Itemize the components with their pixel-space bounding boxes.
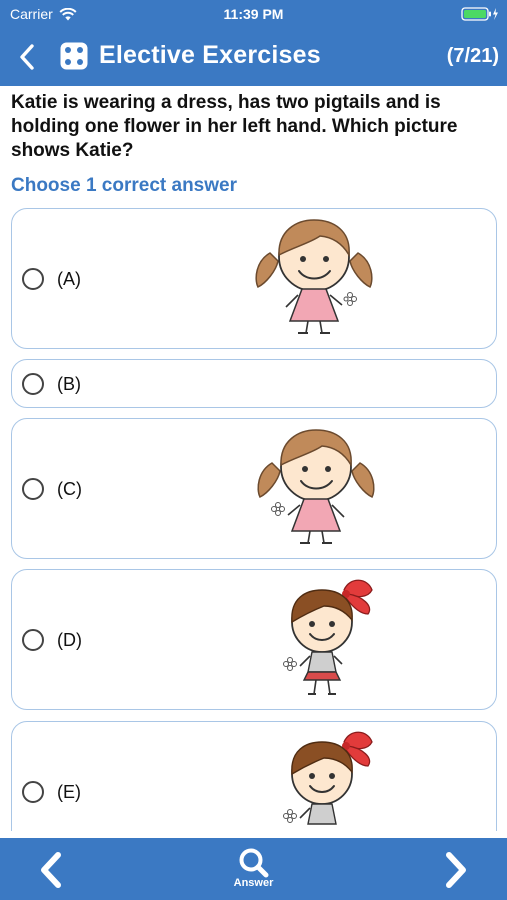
option-a-girl-image xyxy=(255,219,373,334)
status-bar: Carrier 11:39 PM xyxy=(0,0,507,28)
option-e-radio[interactable] xyxy=(22,781,44,803)
option-a-label: (A) xyxy=(57,269,81,289)
option-e-label: (E) xyxy=(57,782,81,802)
status-battery xyxy=(461,7,499,21)
option-c-girl-image xyxy=(257,429,375,544)
page-title: Elective Exercises xyxy=(99,41,321,69)
option-b-radio[interactable] xyxy=(22,373,44,395)
header: Carrier 11:39 PM Elective Exercises (7/2… xyxy=(0,0,507,86)
option-e-girl-image xyxy=(283,731,373,825)
nav-bar: Elective Exercises (7/21) xyxy=(0,28,507,86)
option-d-card[interactable]: (D) xyxy=(11,569,497,710)
option-e-card[interactable]: (E) xyxy=(11,721,497,831)
answer-button[interactable]: Answer xyxy=(0,847,507,889)
option-a-card[interactable]: (A) xyxy=(11,208,497,349)
search-icon xyxy=(239,848,268,878)
dice-icon xyxy=(60,42,88,70)
option-c-card[interactable]: (C) xyxy=(11,418,497,559)
answer-instruction: Choose 1 correct answer xyxy=(11,175,237,196)
option-c-label: (C) xyxy=(57,479,82,499)
question-text: Katie is wearing a dress, has two pigtai… xyxy=(11,92,458,161)
back-chevron-icon[interactable] xyxy=(14,42,42,72)
next-question-chevron-icon[interactable] xyxy=(441,850,471,890)
question-progress: (7/21) xyxy=(446,45,499,67)
status-time: 11:39 PM xyxy=(223,6,284,22)
option-d-girl-image xyxy=(283,579,373,695)
option-d-radio[interactable] xyxy=(22,629,44,651)
option-a-radio[interactable] xyxy=(22,268,44,290)
answer-options-list: (A) (B) (C) (D) (E) xyxy=(0,207,507,831)
option-c-radio[interactable] xyxy=(22,478,44,500)
option-d-label: (D) xyxy=(57,630,82,650)
option-b-card[interactable]: (B) xyxy=(11,359,497,408)
answer-label: Answer xyxy=(233,877,274,889)
battery-charging-icon xyxy=(461,7,498,21)
bottom-toolbar: Answer xyxy=(0,838,507,900)
option-b-label: (B) xyxy=(57,374,81,394)
